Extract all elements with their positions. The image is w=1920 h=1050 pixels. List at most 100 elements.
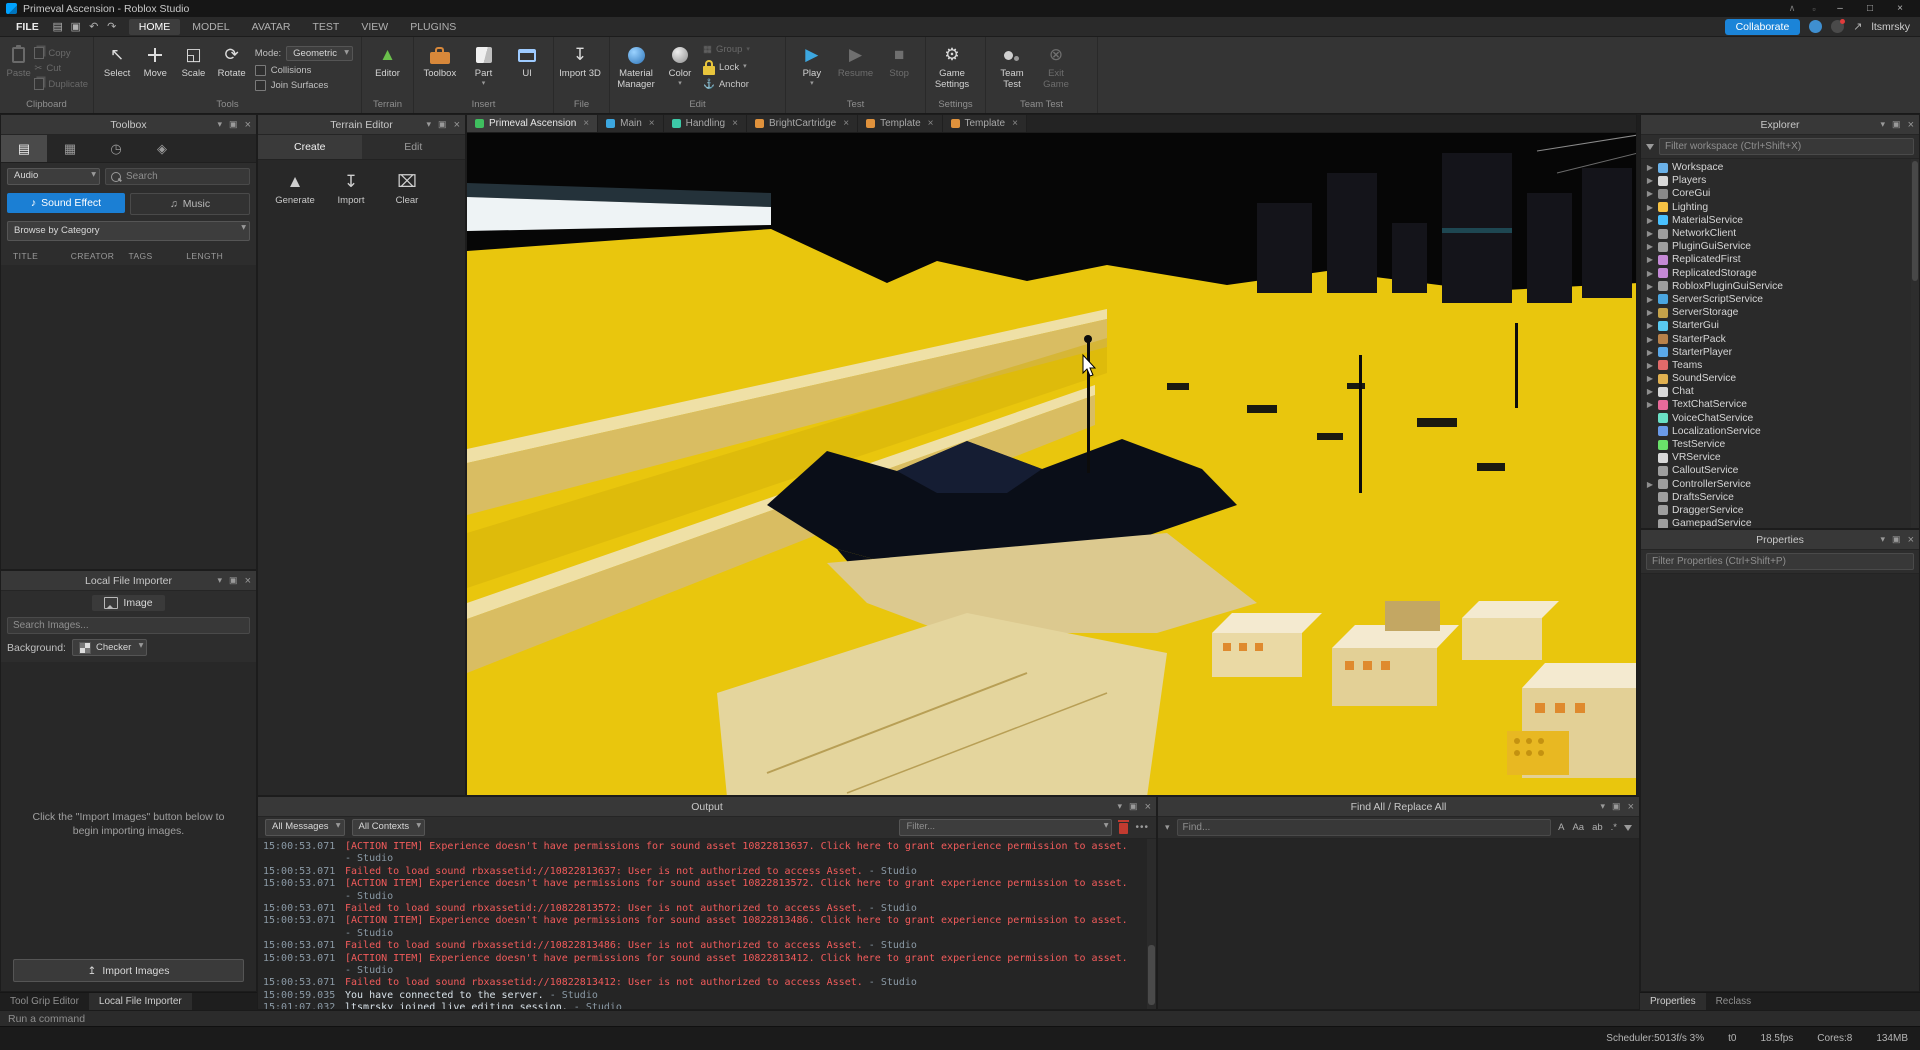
explorer-item[interactable]: ▶ StarterPack: [1641, 332, 1919, 345]
explorer-item[interactable]: ▶ SoundService: [1641, 372, 1919, 385]
command-input[interactable]: [0, 1011, 1920, 1026]
explorer-item[interactable]: ▶ PluginGuiService: [1641, 240, 1919, 253]
chevron-down-icon[interactable]: ▾: [1881, 534, 1886, 545]
output-line[interactable]: - Studio: [263, 853, 1156, 865]
output-line[interactable]: 15:00:53.071 Failed to load sound rbxasse…: [263, 866, 1156, 878]
toolbox-tab[interactable]: ◈: [139, 135, 185, 162]
document-tab[interactable]: BrightCartridge ×: [746, 115, 859, 132]
color-dropdown-icon[interactable]: ▾: [678, 80, 682, 87]
quick-access-icon[interactable]: ▤: [49, 20, 67, 33]
cut-button[interactable]: ✂ Cut: [34, 63, 88, 74]
viewport-3d[interactable]: [466, 132, 1637, 796]
contexts-filter-dropdown[interactable]: All Contexts: [351, 819, 426, 836]
output-scrollbar[interactable]: [1147, 839, 1156, 1009]
expand-arrow-icon[interactable]: ▶: [1646, 480, 1654, 489]
output-line[interactable]: 15:00:53.071 [ACTION ITEM] Experience doe…: [263, 878, 1156, 890]
join-surfaces-checkbox[interactable]: [254, 80, 266, 91]
close-tab-icon[interactable]: ×: [583, 118, 589, 129]
output-line[interactable]: - Studio: [263, 891, 1156, 903]
chevron-down-icon[interactable]: ▾: [1881, 119, 1886, 130]
output-line[interactable]: 15:00:53.071 [ACTION ITEM] Experience doe…: [263, 841, 1156, 853]
category-dropdown[interactable]: Audio: [7, 168, 100, 185]
explorer-item[interactable]: ▶ CoreGui: [1641, 187, 1919, 200]
expand-arrow-icon[interactable]: ▶: [1646, 321, 1654, 330]
close-icon[interactable]: ×: [1145, 801, 1151, 813]
close-icon[interactable]: ×: [454, 119, 460, 131]
menu-tab[interactable]: MODEL: [182, 19, 239, 35]
expand-arrow-icon[interactable]: ▶: [1646, 176, 1654, 185]
explorer-item[interactable]: ▶ MaterialService: [1641, 214, 1919, 227]
float-icon[interactable]: ▣: [438, 119, 447, 130]
output-line[interactable]: 15:00:53.071 [ACTION ITEM] Experience doe…: [263, 953, 1156, 965]
expand-arrow-icon[interactable]: ▶: [1646, 163, 1654, 172]
toolbox-search-input[interactable]: Search: [105, 168, 250, 185]
browse-by-category-dropdown[interactable]: Browse by Category: [7, 221, 250, 241]
filter-icon[interactable]: [1624, 824, 1632, 831]
chevron-down-icon[interactable]: ▾: [1601, 801, 1606, 812]
explorer-item[interactable]: ▶ Chat: [1641, 385, 1919, 398]
float-icon[interactable]: ▣: [229, 575, 238, 586]
more-options-icon[interactable]: •••: [1135, 822, 1149, 833]
expand-arrow-icon[interactable]: ▶: [1646, 361, 1654, 370]
expand-arrow-icon[interactable]: ▶: [1646, 216, 1654, 225]
document-tab[interactable]: Template ×: [858, 115, 943, 132]
chevron-up-icon[interactable]: ∧: [1782, 3, 1802, 14]
output-line[interactable]: 15:00:53.071 [ACTION ITEM] Experience doe…: [263, 915, 1156, 927]
expand-arrow-icon[interactable]: ▶: [1646, 400, 1654, 409]
chevron-down-icon[interactable]: ▾: [218, 119, 223, 130]
explorer-item[interactable]: ▶ NetworkClient: [1641, 227, 1919, 240]
close-icon[interactable]: ×: [1628, 801, 1634, 813]
document-tab[interactable]: Primeval Ascension ×: [467, 115, 599, 132]
properties-filter-input[interactable]: [1646, 553, 1914, 570]
anchor-button[interactable]: ⚓ Anchor: [703, 79, 750, 90]
terrain-tool-button[interactable]: ▲ Generate: [272, 172, 318, 206]
clear-output-icon[interactable]: [1118, 820, 1130, 834]
quick-access-icon[interactable]: ▣: [67, 20, 85, 33]
copy-button[interactable]: Copy: [34, 47, 88, 59]
menu-tab[interactable]: AVATAR: [242, 19, 301, 35]
part-dropdown-icon[interactable]: ▾: [482, 80, 486, 87]
maximize-button[interactable]: □: [1856, 3, 1884, 14]
output-filter-input[interactable]: Filter...: [899, 819, 1113, 836]
file-menu[interactable]: FILE: [8, 21, 47, 33]
toolbox-tab[interactable]: ▦: [47, 135, 93, 162]
explorer-item[interactable]: ▶ StarterGui: [1641, 319, 1919, 332]
close-icon[interactable]: ×: [245, 119, 251, 131]
quick-access-icon[interactable]: ↷: [103, 20, 121, 33]
close-icon[interactable]: ×: [1908, 119, 1914, 131]
image-tab[interactable]: Image: [92, 595, 165, 611]
output-line[interactable]: - Studio: [263, 928, 1156, 940]
float-icon[interactable]: ▣: [1129, 801, 1138, 812]
find-option-icon[interactable]: A: [1558, 822, 1564, 833]
import-images-button[interactable]: ↥ Import Images: [13, 959, 244, 982]
explorer-filter-input[interactable]: [1659, 138, 1914, 155]
expand-arrow-icon[interactable]: ▶: [1646, 335, 1654, 344]
part-button[interactable]: Part ▾: [463, 39, 505, 99]
explorer-item[interactable]: ▶ TestService: [1641, 438, 1919, 451]
terrain-tool-button[interactable]: ⌧ Clear: [384, 172, 430, 206]
close-tab-icon[interactable]: ×: [843, 118, 849, 129]
menu-tab[interactable]: VIEW: [351, 19, 398, 35]
close-icon[interactable]: ×: [1908, 534, 1914, 546]
dock-tab[interactable]: Properties: [1640, 993, 1706, 1010]
notifications-icon[interactable]: [1831, 19, 1846, 33]
expand-arrow-icon[interactable]: ▶: [1646, 374, 1654, 383]
duplicate-button[interactable]: Duplicate: [34, 78, 88, 90]
explorer-item[interactable]: ▶ VRService: [1641, 451, 1919, 464]
expand-arrow-icon[interactable]: ▶: [1646, 282, 1654, 291]
explorer-item[interactable]: ▶ ReplicatedFirst: [1641, 253, 1919, 266]
find-option-icon[interactable]: .*: [1611, 822, 1617, 833]
terrain-tab[interactable]: Create: [258, 135, 362, 159]
share-icon[interactable]: ↗: [1853, 20, 1862, 33]
explorer-item[interactable]: ▶ Players: [1641, 174, 1919, 187]
expand-arrow-icon[interactable]: ▶: [1646, 189, 1654, 198]
paste-button[interactable]: Paste: [5, 39, 32, 99]
document-tab[interactable]: Template ×: [942, 115, 1027, 132]
expand-arrow-icon[interactable]: ▶: [1646, 308, 1654, 317]
toolbox-tab[interactable]: ▤: [1, 135, 47, 162]
collisions-checkbox[interactable]: [254, 65, 266, 76]
explorer-item[interactable]: ▶ DraftsService: [1641, 491, 1919, 504]
close-tab-icon[interactable]: ×: [732, 118, 738, 129]
dock-tab[interactable]: Tool Grip Editor: [0, 993, 89, 1010]
explorer-item[interactable]: ▶ TextChatService: [1641, 398, 1919, 411]
